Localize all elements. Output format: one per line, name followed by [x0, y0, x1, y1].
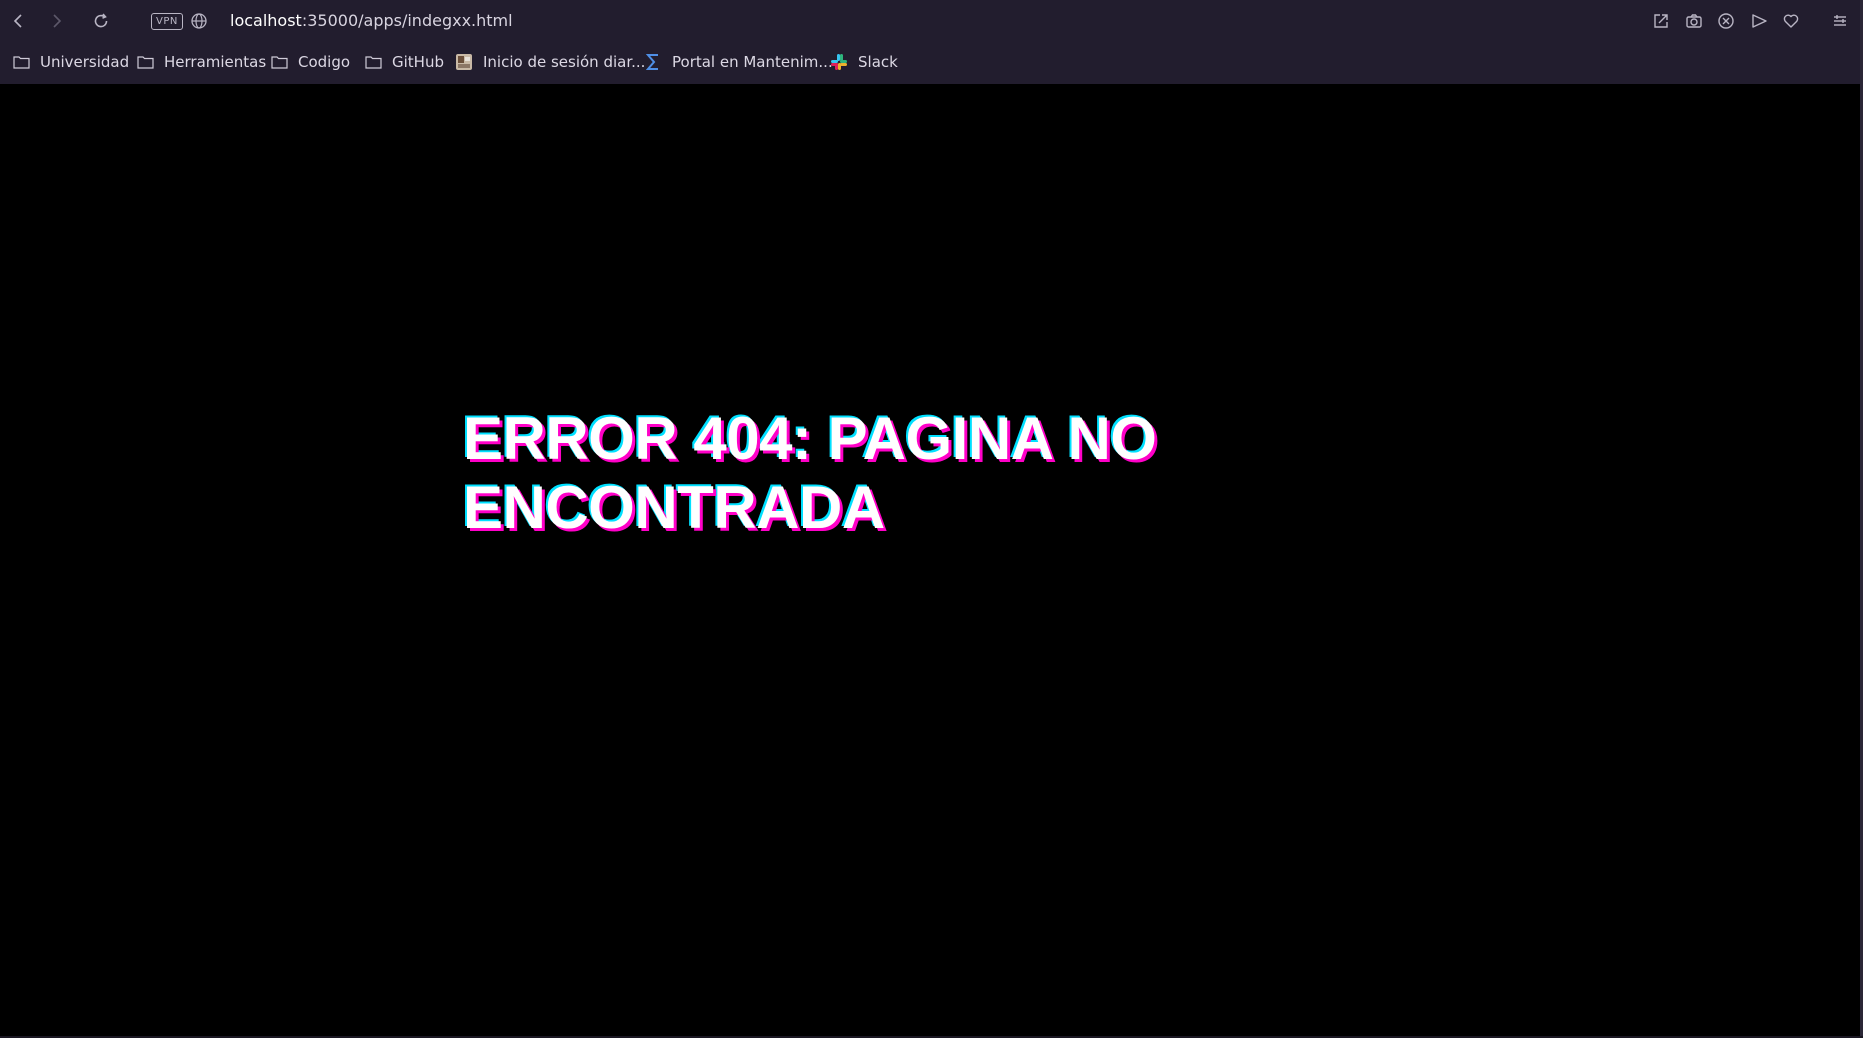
- heart-icon[interactable]: [1778, 8, 1804, 34]
- site-favicon: [455, 53, 473, 71]
- page-content: [0, 84, 1860, 1038]
- globe-icon[interactable]: [186, 8, 212, 34]
- bookmark-portal[interactable]: Portal en Mantenim...: [644, 50, 833, 74]
- share-icon[interactable]: [1648, 8, 1674, 34]
- bookmark-herramientas[interactable]: Herramientas: [136, 50, 266, 74]
- vpn-badge[interactable]: VPN: [151, 13, 183, 30]
- error-heading-line-2: ENCONTRADA: [463, 474, 885, 541]
- browser-chrome: VPN localhost:35000/apps/indegxx.html Un…: [0, 0, 1863, 84]
- bookmark-label: Portal en Mantenim...: [672, 53, 833, 71]
- bookmark-codigo[interactable]: Codigo: [270, 50, 350, 74]
- bookmark-slack[interactable]: Slack: [830, 50, 898, 74]
- slack-icon: [830, 53, 848, 71]
- menu-icon[interactable]: [1827, 8, 1853, 34]
- address-bar[interactable]: localhost:35000/apps/indegxx.html: [230, 10, 513, 32]
- error-heading-line-1: ERROR 404: PAGINA NO: [463, 405, 1157, 472]
- url-path: :35000/apps/indegxx.html: [301, 11, 513, 30]
- folder-icon: [136, 53, 154, 71]
- bookmark-label: Inicio de sesión diar...: [483, 53, 646, 71]
- bookmark-github[interactable]: GitHub: [364, 50, 444, 74]
- browser-window: VPN localhost:35000/apps/indegxx.html Un…: [0, 0, 1863, 1038]
- bookmarks-bar: Universidad Herramientas Codigo GitHub I…: [0, 42, 1863, 82]
- bookmark-label: Universidad: [40, 53, 130, 71]
- url-host: localhost: [230, 11, 302, 30]
- folder-icon: [12, 53, 30, 71]
- bookmark-label: GitHub: [392, 53, 444, 71]
- back-icon[interactable]: [5, 8, 31, 34]
- bookmark-label: Herramientas: [164, 53, 267, 71]
- forward-icon[interactable]: [44, 8, 70, 34]
- bookmark-label: Slack: [858, 53, 898, 71]
- address-toolbar: VPN localhost:35000/apps/indegxx.html: [0, 0, 1863, 42]
- send-icon[interactable]: [1746, 8, 1772, 34]
- camera-icon[interactable]: [1681, 8, 1707, 34]
- bookmark-inicio-sesion[interactable]: Inicio de sesión diar...: [455, 50, 645, 74]
- reload-icon[interactable]: [88, 8, 114, 34]
- bookmark-label: Codigo: [298, 53, 351, 71]
- folder-icon: [270, 53, 288, 71]
- bookmark-universidad[interactable]: Universidad: [12, 50, 129, 74]
- sigma-icon: [644, 53, 662, 71]
- error-heading: ERROR 404: PAGINA NO ENCONTRADA: [463, 404, 1223, 542]
- folder-icon: [364, 53, 382, 71]
- close-circle-icon[interactable]: [1713, 8, 1739, 34]
